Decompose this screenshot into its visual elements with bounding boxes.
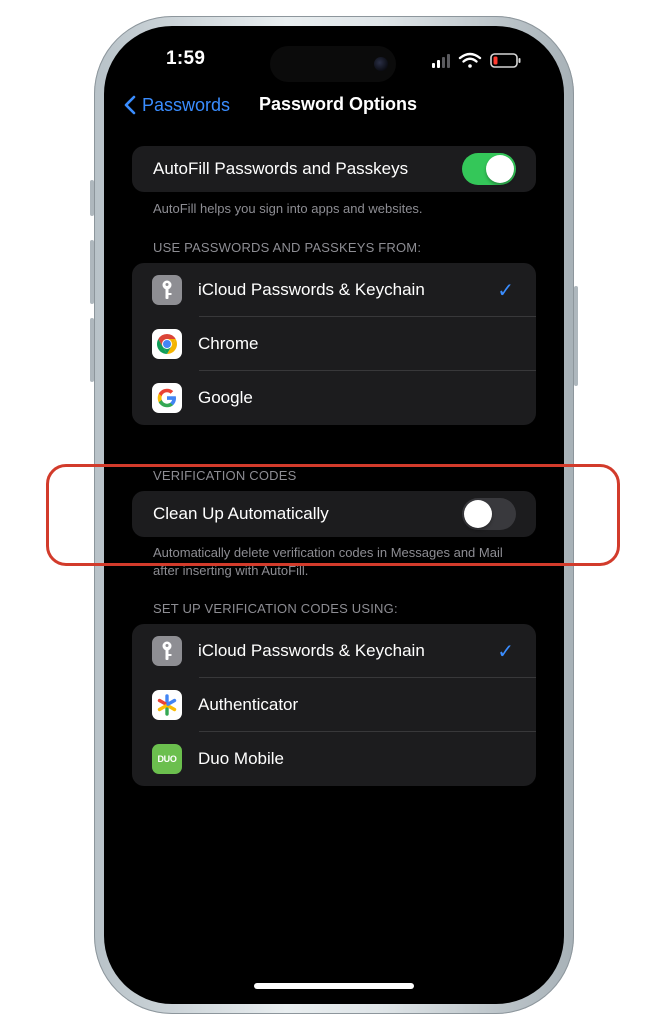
keychain-icon: [152, 636, 182, 666]
item-label: iCloud Passwords & Keychain: [198, 280, 425, 299]
use-from-group: iCloud Passwords & Keychain ✓ Chrome Goo…: [132, 263, 536, 425]
back-button[interactable]: Passwords: [124, 92, 230, 118]
back-label: Passwords: [142, 94, 231, 115]
item-label: iCloud Passwords & Keychain: [198, 641, 425, 660]
setup-item-authenticator[interactable]: Authenticator: [132, 678, 536, 732]
front-camera: [374, 57, 388, 71]
autofill-row: AutoFill Passwords and Passkeys: [132, 146, 536, 192]
autofill-group: AutoFill Passwords and Passkeys: [132, 146, 536, 192]
checkmark-icon: ✓: [497, 640, 514, 663]
item-label: Google: [198, 388, 253, 407]
use-from-item-google[interactable]: Google: [132, 371, 536, 425]
toggle-knob: [464, 500, 492, 528]
status-icons: [430, 50, 530, 70]
cleanup-row: Clean Up Automatically: [132, 491, 536, 537]
volume-down-button: [90, 318, 94, 382]
setup-item-icloud[interactable]: iCloud Passwords & Keychain ✓: [132, 624, 536, 678]
item-label: Authenticator: [198, 695, 299, 714]
cleanup-toggle[interactable]: [462, 498, 516, 530]
duo-logo-text: DUO: [157, 754, 177, 764]
checkmark-icon: ✓: [497, 279, 514, 302]
power-button: [574, 286, 578, 386]
google-icon: [152, 383, 182, 413]
authenticator-icon: [152, 690, 182, 720]
item-label: Chrome: [198, 334, 259, 353]
home-indicator[interactable]: [254, 983, 414, 989]
status-time: 1:59: [166, 48, 206, 69]
battery-low-icon: [490, 53, 521, 68]
chrome-icon: [152, 329, 182, 359]
setup-codes-group: iCloud Passwords & Keychain ✓ Authentica…: [132, 624, 536, 786]
autofill-footnote: AutoFill helps you sign into apps and we…: [153, 201, 423, 216]
use-from-header: USE PASSWORDS AND PASSKEYS FROM:: [153, 240, 422, 255]
use-from-item-icloud[interactable]: iCloud Passwords & Keychain ✓: [132, 263, 536, 317]
use-from-item-chrome[interactable]: Chrome: [132, 317, 536, 371]
duo-icon: DUO: [152, 744, 182, 774]
volume-up-button: [90, 240, 94, 304]
page-title: Password Options: [259, 94, 418, 114]
toggle-knob: [486, 155, 514, 183]
verification-footnote: Automatically delete verification codes …: [153, 545, 503, 578]
action-button: [90, 180, 94, 216]
setup-item-duo[interactable]: DUO Duo Mobile: [132, 732, 536, 786]
wifi-icon: [458, 52, 482, 68]
item-label: Duo Mobile: [198, 749, 284, 768]
phone-screen: 1:59 Passwords Password Options AutoFill…: [104, 26, 564, 1004]
chevron-left-icon: [124, 95, 136, 115]
cellular-signal-icon: [432, 54, 450, 68]
autofill-toggle[interactable]: [462, 153, 516, 185]
keychain-icon: [152, 275, 182, 305]
verification-group: Clean Up Automatically: [132, 491, 536, 537]
verification-header: VERIFICATION CODES: [153, 468, 297, 483]
setup-codes-header: SET UP VERIFICATION CODES USING:: [153, 601, 398, 616]
